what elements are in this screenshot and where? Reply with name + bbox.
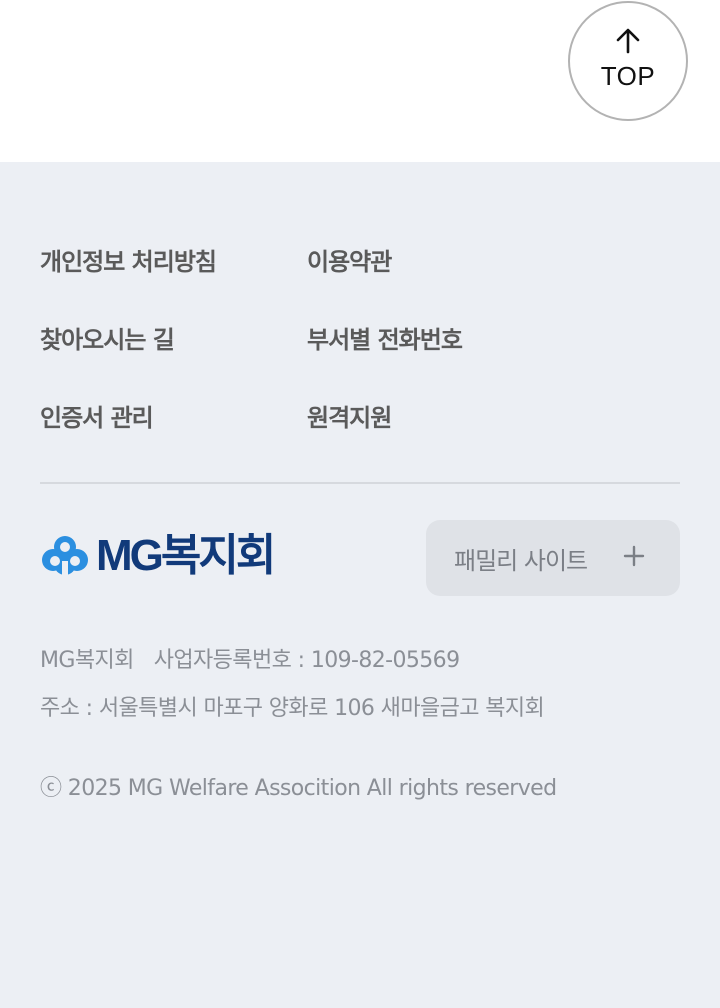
company-info: MG복지회 사업자등록번호 : 109-82-05569 주소 : 서울특별시 마… (40, 644, 680, 740)
cloud-logo-icon (42, 536, 88, 577)
logo-text: MG복지회 (96, 531, 276, 580)
family-site-button[interactable]: 패밀리 사이트 (426, 520, 680, 596)
link-directions[interactable]: 찾아오시는 길 (40, 320, 307, 398)
copyright: ⓒ 2025 MG Welfare Assocition All rights … (40, 776, 557, 801)
mg-welfare-logo[interactable]: MG복지회 (40, 531, 276, 580)
top-area: TOP (0, 0, 720, 162)
footer-links: 개인정보 처리방침 이용약관 찾아오시는 길 부서별 전화번호 인증서 관리 원… (40, 242, 680, 476)
link-terms-of-use[interactable]: 이용약관 (307, 242, 680, 320)
footer: 개인정보 처리방침 이용약관 찾아오시는 길 부서별 전화번호 인증서 관리 원… (0, 162, 720, 1008)
company-name: MG복지회 (40, 648, 134, 673)
link-privacy-policy[interactable]: 개인정보 처리방침 (40, 242, 307, 320)
business-registration-number: 사업자등록번호 : 109-82-05569 (153, 648, 460, 673)
company-line: MG복지회 사업자등록번호 : 109-82-05569 (40, 644, 680, 692)
link-certificate-management[interactable]: 인증서 관리 (40, 398, 307, 476)
family-site-label: 패밀리 사이트 (454, 546, 588, 575)
plus-icon (623, 545, 645, 567)
footer-divider (40, 482, 680, 484)
top-label: TOP (600, 60, 656, 91)
scroll-to-top-button[interactable]: TOP (568, 1, 688, 121)
link-remote-support[interactable]: 원격지원 (307, 398, 680, 476)
company-address: 주소 : 서울특별시 마포구 양화로 106 새마을금고 복지회 (40, 696, 545, 721)
arrow-up-icon (616, 28, 640, 53)
link-department-phone[interactable]: 부서별 전화번호 (307, 320, 680, 398)
